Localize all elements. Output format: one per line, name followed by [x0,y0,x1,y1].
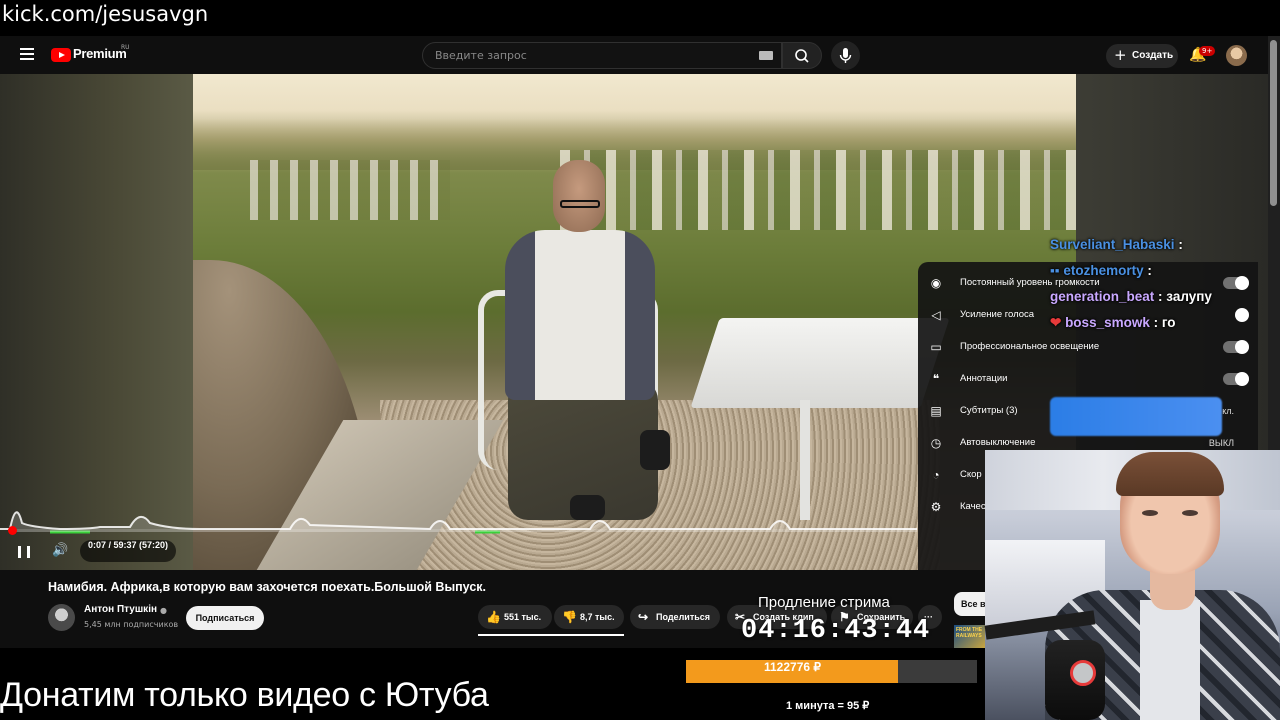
youtube-brand[interactable]: Premium [73,46,127,61]
video-person-glasses [560,200,600,208]
time-display[interactable]: 0:07 / 59:37 (57:20) [80,540,177,562]
stream-extension-label: Продление стрима [758,594,890,611]
subscribe-button[interactable]: Подписаться [186,606,264,630]
like-button[interactable]: 👍 551 тыс. [478,605,552,629]
donation-rate: 1 минута = 95 ₽ [786,700,870,712]
search-icon [795,49,809,63]
chat-badge-icon: ▪▪ [1050,263,1060,278]
annotations-icon: ❝ [932,372,940,386]
menu-item-label: Скор [960,469,982,480]
video-title: Намибия. Африка,в которую вам захочется … [48,580,487,594]
plus-icon: + [1114,46,1127,64]
video-table [690,318,950,408]
chat-username: boss_smowk [1065,315,1150,330]
sleep-timer-icon: ◷ [930,436,942,450]
share-button[interactable]: ↪ Поделиться [630,605,720,629]
like-ratio-bar [478,634,624,636]
dislike-button[interactable]: 👎 8,7 тыс. [554,605,624,629]
youtube-logo-icon[interactable] [51,48,71,62]
dislike-count: 8,7 тыс. [580,612,615,622]
all-chip[interactable]: Все в [954,592,985,616]
scrollbar-thumb[interactable] [1270,40,1277,206]
thumbs-down-icon: 👎 [562,610,577,624]
webcam-eye [1182,510,1198,516]
keyboard-icon[interactable] [759,51,773,60]
menu-item-label: Усиление голоса [960,309,1035,320]
toggle-switch[interactable] [1223,372,1249,386]
stream-timer: 04:16:43:44 [741,616,931,646]
subtitles-icon: ▤ [930,404,942,418]
speed-icon: ◔ [932,468,940,482]
chat-message: generation_beat : залупу [1050,286,1280,308]
menu-item-lighting[interactable]: ▭ Профессиональное освещение [928,331,1249,363]
thumbs-up-icon: 👍 [486,610,501,624]
donation-goal-amount: 1122776 ₽ [763,660,822,674]
video-person-body [505,230,655,400]
account-avatar[interactable] [1226,45,1247,66]
progress-bar[interactable] [12,529,917,532]
subscriber-count: 5,45 млн подписчиков [84,620,179,629]
menu-item-label: Аннотации [960,373,1008,384]
channel-name[interactable]: Антон Птушкін [84,604,157,615]
chat-separator: : [1143,263,1152,278]
scrubber-handle[interactable] [8,526,17,535]
share-icon: ↪ [638,610,649,624]
microphone-logo-icon [1070,660,1096,686]
menu-item-label: Субтитры (3) [960,405,1018,416]
chat-username: generation_beat [1050,289,1155,304]
verified-icon: ● [160,606,167,615]
quality-icon: ⚙ [930,500,942,514]
video-person-head [553,160,605,232]
stream-url: kick.com/jesusavgn [0,0,1280,30]
chat-badge-icon: ❤ [1050,315,1066,330]
microphone-icon [839,48,852,63]
notification-badge: 9+ [1199,46,1216,56]
voice-search-button[interactable] [831,41,860,70]
menu-item-value: кл. [1222,406,1234,416]
chat-message: ❤ boss_smowk : го [1050,312,1280,334]
search-input[interactable]: Введите запрос [422,42,782,69]
chat-separator: : [1174,237,1183,252]
chat-message: ▪▪ etozhemorty : [1050,260,1280,282]
toggle-switch[interactable] [1223,340,1249,354]
share-label: Поделиться [656,612,711,622]
webcam-tshirt [1140,600,1200,720]
chat-separator: : [1154,289,1167,304]
video-town [560,150,1076,230]
most-replayed-graph [0,511,917,534]
lighting-icon: ▭ [930,340,942,354]
menu-item-label: Качес [960,501,986,512]
stable-volume-icon: ◉ [930,276,942,290]
video-person-shoe [640,430,670,470]
blurred-overlay-box [1050,397,1222,436]
volume-icon[interactable]: 🔊 [52,543,68,558]
voice-boost-icon: ◁ [931,308,941,322]
region-label: RU [121,44,130,51]
menu-item-label: Профессиональное освещение [960,341,1100,352]
recommended-thumbnail[interactable]: FROM THE RAILWAYS [954,625,985,648]
like-count: 551 тыс. [504,612,542,622]
channel-avatar[interactable] [48,604,75,631]
chat-username: Surveliant_Habaski [1050,237,1175,252]
menu-icon[interactable] [20,48,34,60]
pause-icon[interactable] [18,546,30,558]
webcam-eye [1142,510,1158,516]
webcam-hair [1116,452,1224,496]
chat-message: Surveliant_Habaski : [1050,234,1280,256]
search-button[interactable] [782,42,822,69]
chat-text: залупу [1166,289,1212,304]
menu-item-annotations[interactable]: ❝ Аннотации [928,363,1249,395]
video-town-left [250,160,450,220]
chat-text: го [1161,315,1176,330]
chat-separator: : [1149,315,1162,330]
chat-username: etozhemorty [1063,263,1144,278]
donate-text: Донатим только видео с Ютуба [0,676,489,714]
